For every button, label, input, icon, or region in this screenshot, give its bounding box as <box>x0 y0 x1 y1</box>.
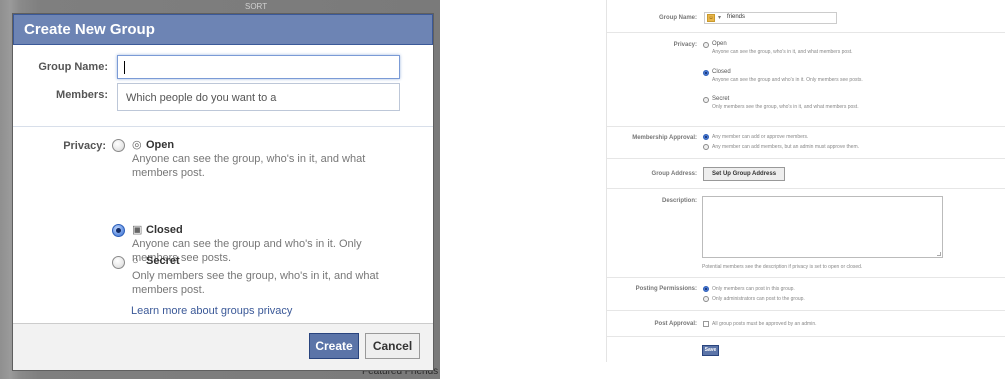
panel-edge <box>606 0 607 362</box>
option-title-open: Open <box>712 41 727 47</box>
radio-secret[interactable] <box>703 97 709 103</box>
option-title-secret: Secret <box>712 96 730 102</box>
group-name-field[interactable]: ☺ ▾ friends <box>704 12 837 24</box>
divider <box>607 310 1005 311</box>
save-button[interactable]: Save <box>702 345 719 356</box>
option-title: Open <box>146 139 175 151</box>
text-caret <box>124 61 125 74</box>
members-label: Members: <box>56 89 108 101</box>
group-name-label: Group Name: <box>38 61 108 73</box>
description-textarea[interactable] <box>702 196 943 258</box>
divider <box>607 32 1005 33</box>
option-desc-closed: Anyone can see the group and who's in it… <box>712 77 863 83</box>
background-sort-label: SORT <box>245 2 268 11</box>
post-approval-checkbox[interactable] <box>703 321 709 327</box>
members-input[interactable]: Which people do you want to a <box>117 83 400 111</box>
divider <box>607 188 1005 189</box>
create-group-dialog-screenshot: SORT Featured Friends Create New Group G… <box>0 0 440 379</box>
posting-option-admins: Only administrators can post to the grou… <box>712 296 805 302</box>
create-button[interactable]: Create <box>309 333 359 359</box>
group-name-input[interactable] <box>117 55 400 79</box>
group-settings-screenshot: Group Name: ☺ ▾ friends Privacy: Open An… <box>606 0 1005 379</box>
group-name-value: friends <box>727 14 746 20</box>
radio-membership-any[interactable] <box>703 134 709 140</box>
lock-icon: ▣ <box>132 224 143 236</box>
option-desc-open: Anyone can see the group, who's in it, a… <box>712 49 853 55</box>
dialog-title: Create New Group <box>13 14 433 45</box>
membership-option-any: Any member can add or approve members. <box>712 134 809 140</box>
radio-open[interactable] <box>112 139 125 152</box>
radio-membership-admin[interactable] <box>703 144 709 150</box>
post-approval-text: All group posts must be approved by an a… <box>712 321 817 327</box>
radio-open[interactable] <box>703 42 709 48</box>
radio-closed[interactable] <box>112 224 125 237</box>
group-address-label: Group Address: <box>651 171 697 177</box>
dialog-footer: Create Cancel <box>13 323 433 370</box>
membership-approval-label: Membership Approval: <box>632 135 697 141</box>
description-hint: Potential members see the description if… <box>702 264 863 270</box>
privacy-label: Privacy: <box>63 140 106 152</box>
radio-posting-admins[interactable] <box>703 296 709 302</box>
option-title: Closed <box>146 224 183 236</box>
option-title-closed: Closed <box>712 69 731 75</box>
description-label: Description: <box>661 198 697 204</box>
secret-icon: ○ <box>132 255 139 267</box>
divider <box>607 336 1005 337</box>
globe-icon: ◎ <box>132 139 142 151</box>
radio-posting-members[interactable] <box>703 286 709 292</box>
option-title: Secret <box>146 255 180 267</box>
group-name-label: Group Name: <box>658 15 697 21</box>
privacy-label: Privacy: <box>673 42 697 48</box>
create-group-dialog: Create New Group Group Name: Members: Wh… <box>12 13 434 371</box>
set-up-group-address-button[interactable]: Set Up Group Address <box>703 167 785 181</box>
learn-more-link[interactable]: Learn more about groups privacy <box>131 305 292 317</box>
post-approval-label: Post Approval: <box>654 321 697 327</box>
membership-option-admin: Any member can add members, but an admin… <box>712 144 860 150</box>
divider <box>607 126 1005 127</box>
divider <box>607 277 1005 278</box>
section-divider <box>13 126 433 127</box>
option-description: Anyone can see the group, who's in it, a… <box>132 153 366 179</box>
cancel-button[interactable]: Cancel <box>365 333 420 359</box>
posting-permissions-label: Posting Permissions: <box>635 286 697 292</box>
radio-closed[interactable] <box>703 70 709 76</box>
divider <box>607 158 1005 159</box>
chevron-down-icon[interactable]: ▾ <box>718 14 721 21</box>
option-description: Only members see the group, who's in it,… <box>132 270 379 296</box>
resize-grip-icon[interactable] <box>937 252 941 256</box>
radio-secret[interactable] <box>112 256 125 269</box>
option-desc-secret: Only members see the group, who's in it,… <box>712 104 859 110</box>
group-icon-picker[interactable]: ☺ <box>707 14 715 22</box>
posting-option-members: Only members can post in this group. <box>712 286 795 292</box>
